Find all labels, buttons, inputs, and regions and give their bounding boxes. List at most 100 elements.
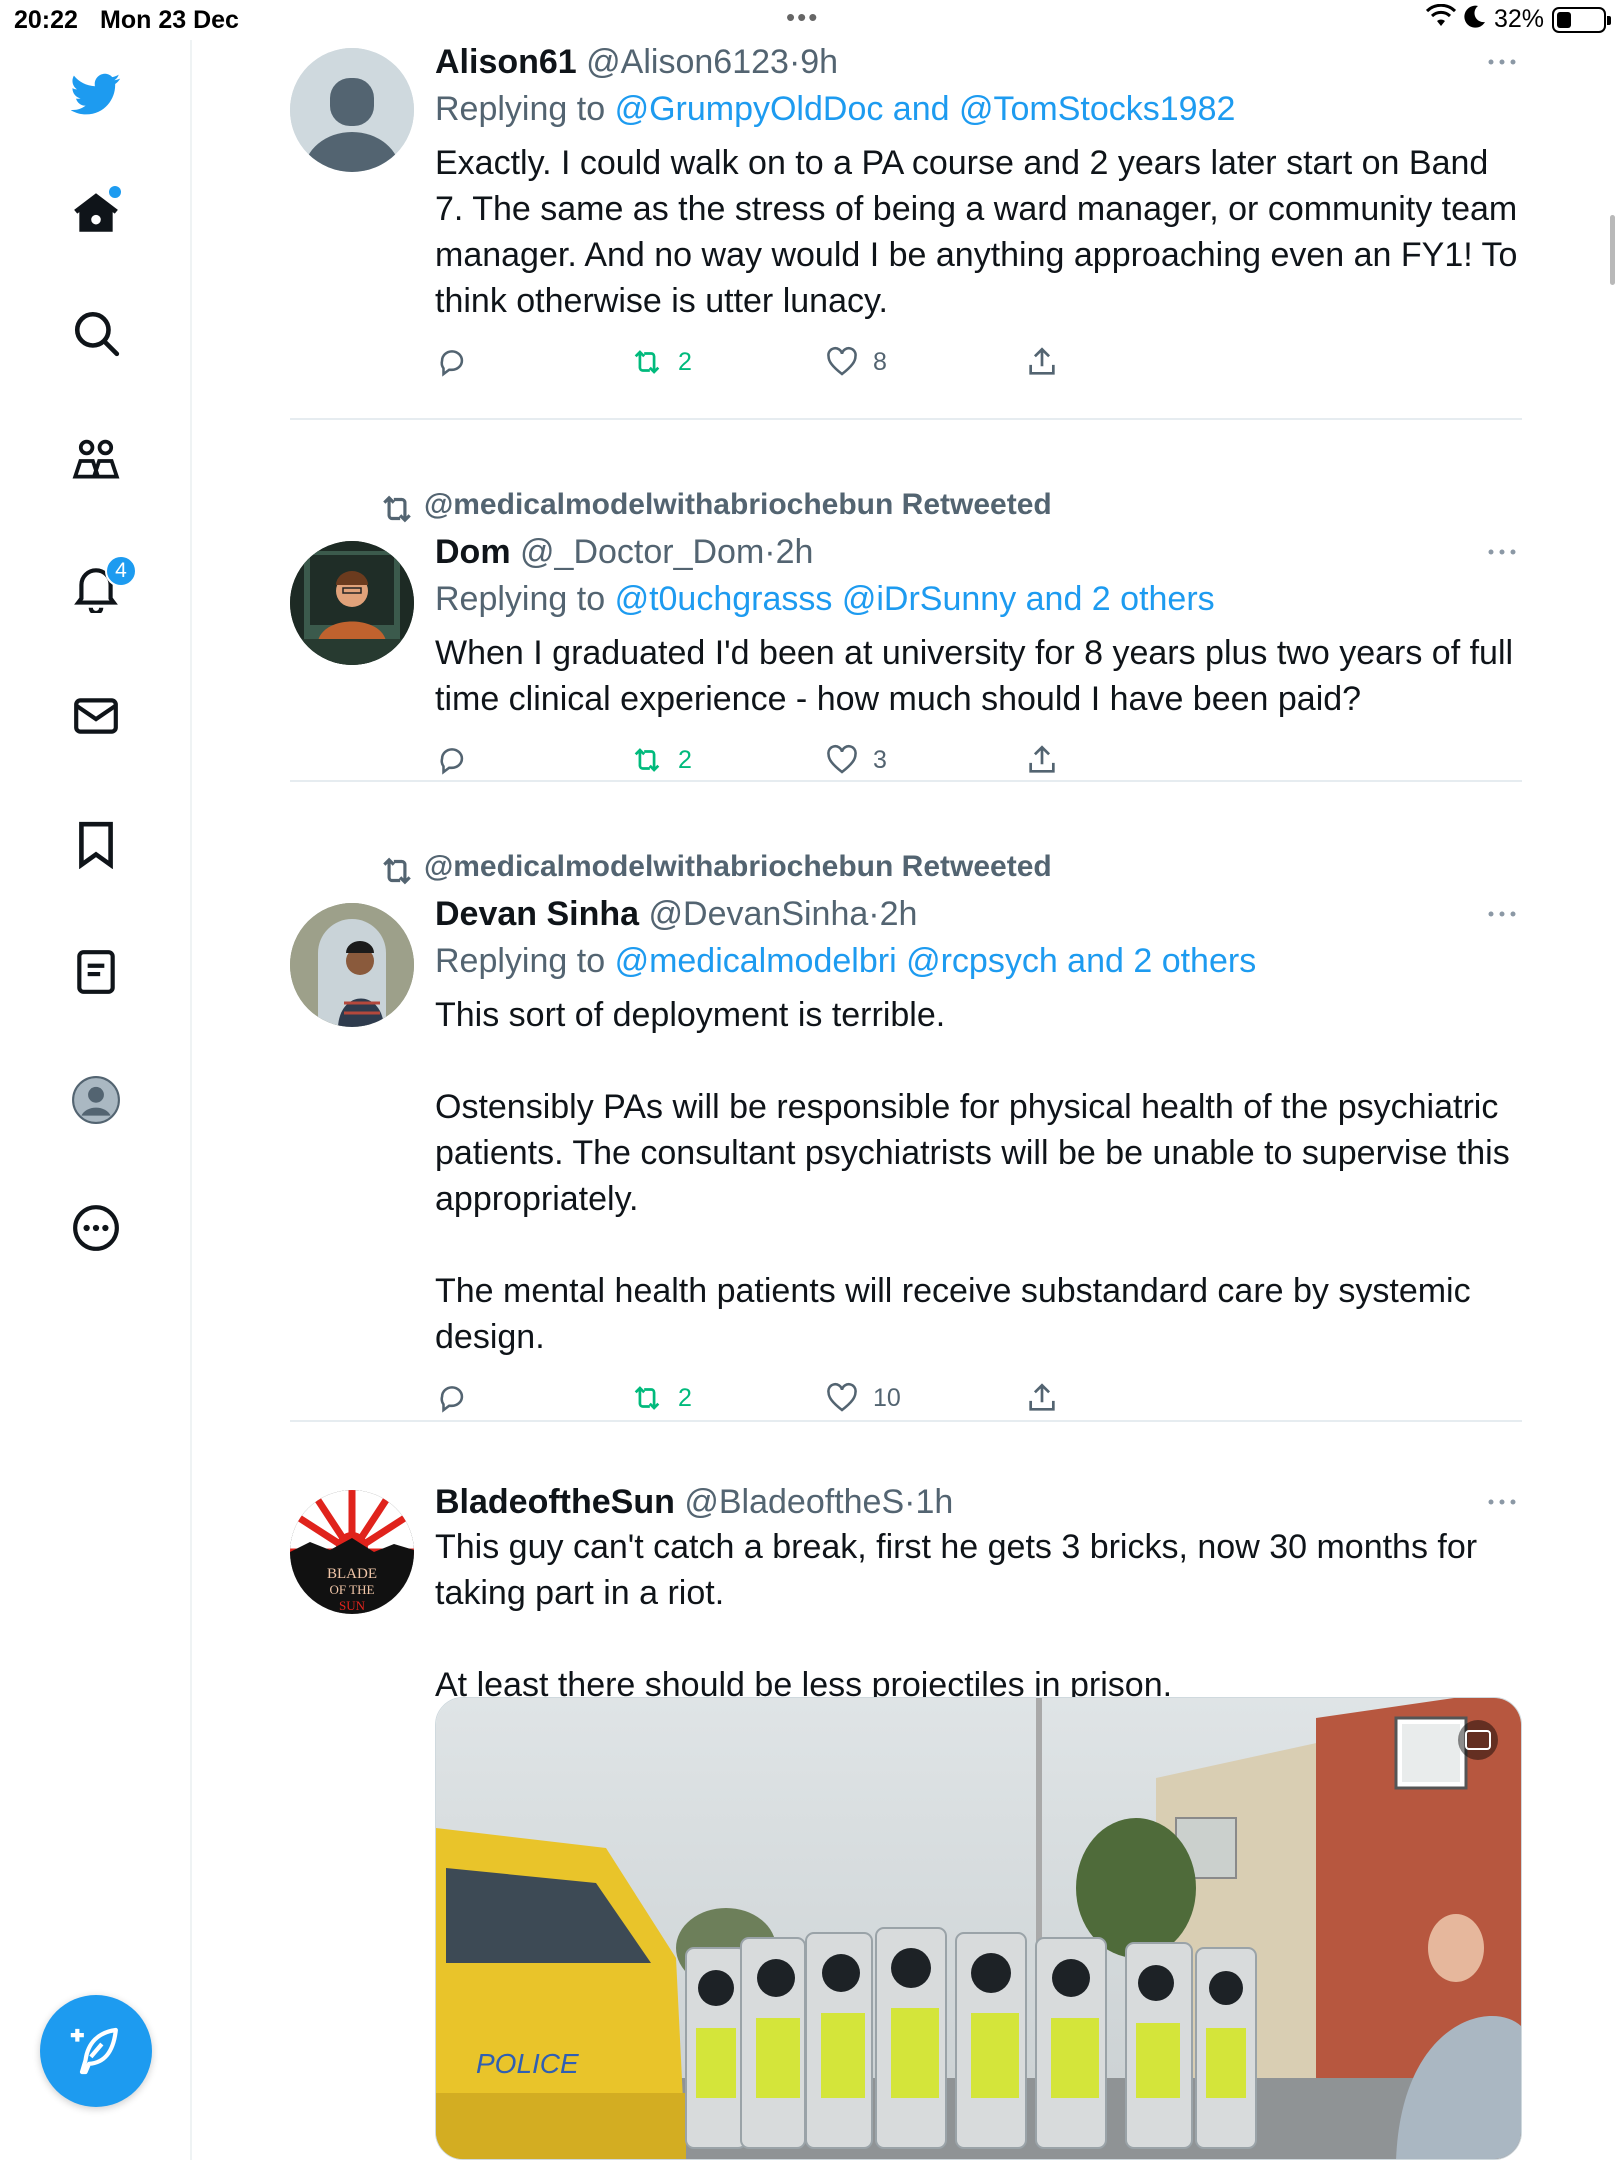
retweet-button[interactable]: 2	[630, 1376, 692, 1420]
search-icon[interactable]	[65, 302, 127, 364]
communities-icon[interactable]	[65, 429, 127, 491]
separator: ·	[868, 895, 880, 933]
tweet-header: BladeoftheSun @BladeoftheS·1h	[435, 1480, 1522, 1524]
tweet-actions: 2 8	[435, 340, 1522, 384]
more-options-icon[interactable]	[1482, 1482, 1522, 1522]
avatar[interactable]	[290, 48, 414, 172]
heart-icon	[827, 1382, 857, 1412]
like-button[interactable]: 8	[825, 340, 887, 384]
like-button[interactable]: 10	[825, 1376, 901, 1420]
share-icon	[1029, 745, 1055, 773]
separator: ·	[904, 1483, 916, 1521]
twitter-logo-icon[interactable]	[65, 63, 127, 125]
tweet[interactable]: @medicalmodelwithabriochebun Retweeted D…	[290, 782, 1522, 1422]
tweet-header: Devan Sinha @DevanSinha·2h	[435, 892, 1522, 936]
scrollbar[interactable]	[1610, 215, 1615, 285]
reply-button[interactable]	[435, 738, 469, 782]
retweet-icon	[383, 857, 411, 885]
lists-icon[interactable]	[65, 941, 127, 1003]
tweet-actions: 2 10	[435, 1376, 1522, 1420]
bookmarks-icon[interactable]	[65, 813, 127, 875]
tweet-time[interactable]: 2h	[776, 533, 814, 571]
replying-to: Replying to @medicalmodelbri @rcpsych an…	[435, 936, 1522, 986]
retweet-count: 2	[678, 745, 692, 774]
share-icon	[1029, 1383, 1055, 1411]
reply-button[interactable]	[435, 340, 469, 384]
retweet-count: 2	[678, 347, 692, 376]
tweet-actions: 2 3	[435, 738, 1522, 782]
tweet-time[interactable]: 9h	[800, 43, 838, 81]
notifications-badge: 4	[105, 555, 137, 587]
tweet[interactable]: Alison61 @Alison6123·9h Replying to @Gru…	[290, 40, 1522, 420]
home-unread-dot	[109, 186, 121, 198]
display-name[interactable]: Devan Sinha	[435, 895, 639, 933]
tweet-media-video[interactable]: POLICE	[435, 1697, 1522, 2160]
replying-to: Replying to @t0uchgrasss @iDrSunny and 2…	[435, 574, 1522, 624]
replying-prefix: Replying to	[435, 580, 606, 618]
retweeted-by: @medicalmodelwithabriochebun Retweeted	[378, 488, 1052, 528]
replying-links[interactable]: @medicalmodelbri @rcpsych and 2 others	[615, 942, 1257, 980]
battery-icon	[1552, 6, 1611, 33]
like-button[interactable]: 3	[825, 738, 887, 782]
do-not-disturb-moon-icon	[1464, 4, 1486, 35]
compose-tweet-button[interactable]	[40, 1995, 152, 2107]
tweet-header: Alison61 @Alison6123·9h	[435, 40, 1522, 84]
tweet-time[interactable]: 2h	[880, 895, 918, 933]
replying-links[interactable]: @GrumpyOldDoc and @TomStocks1982	[615, 90, 1236, 128]
notifications-bell-icon[interactable]: 4	[65, 555, 137, 619]
heart-icon	[827, 744, 857, 774]
tweet-text: Exactly. I could walk on to a PA course …	[435, 140, 1522, 324]
avatar[interactable]	[290, 541, 414, 665]
retweet-button[interactable]: 2	[630, 340, 692, 384]
display-name[interactable]: Dom	[435, 533, 511, 571]
more-options-icon[interactable]	[1482, 894, 1522, 934]
reply-icon	[440, 1386, 464, 1413]
tweet-paragraph: When I graduated I'd been at university …	[435, 634, 1514, 718]
messages-icon[interactable]	[65, 685, 127, 747]
retweeted-by: @medicalmodelwithabriochebun Retweeted	[378, 850, 1052, 890]
tweet-paragraph: This guy can't catch a break, first he g…	[435, 1528, 1478, 1612]
like-count: 3	[873, 745, 887, 774]
replying-links[interactable]: @t0uchgrasss @iDrSunny and 2 others	[615, 580, 1215, 618]
avatar-logo-text: BLADE	[327, 1566, 377, 1582]
share-button[interactable]	[1025, 738, 1059, 782]
display-name[interactable]: BladeoftheSun	[435, 1483, 675, 1521]
more-options-icon[interactable]	[1482, 532, 1522, 572]
user-handle[interactable]: @DevanSinha	[649, 895, 869, 933]
user-handle[interactable]: @BladeoftheS	[684, 1483, 904, 1521]
tweet[interactable]: @medicalmodelwithabriochebun Retweeted D…	[290, 420, 1522, 782]
tweet-text: This guy can't catch a break, first he g…	[435, 1524, 1522, 1708]
status-time: 20:22	[14, 6, 78, 34]
tweet-time[interactable]: 1h	[915, 1483, 953, 1521]
like-count: 10	[873, 1383, 901, 1412]
user-handle[interactable]: @Alison6123	[586, 43, 789, 81]
multitasking-dots-icon[interactable]: •••	[786, 2, 819, 33]
profile-avatar-icon[interactable]	[65, 1069, 127, 1131]
reply-button[interactable]	[435, 1376, 469, 1420]
like-count: 8	[873, 347, 887, 376]
retweeted-by-label[interactable]: @medicalmodelwithabriochebun Retweeted	[424, 488, 1052, 522]
replying-prefix: Replying to	[435, 942, 606, 980]
user-handle[interactable]: @_Doctor_Dom	[520, 533, 764, 571]
retweet-icon	[383, 495, 411, 523]
retweet-icon	[634, 748, 660, 772]
share-button[interactable]	[1025, 1376, 1059, 1420]
wifi-icon	[1425, 3, 1457, 35]
more-options-icon[interactable]	[65, 1197, 127, 1259]
avatar[interactable]: BLADE OF THE SUN	[290, 1490, 414, 1614]
more-options-icon[interactable]	[1482, 42, 1522, 82]
display-name[interactable]: Alison61	[435, 43, 577, 81]
sidebar: 4	[0, 40, 192, 2160]
retweet-button[interactable]: 2	[630, 738, 692, 782]
battery-percent: 32%	[1493, 5, 1544, 33]
avatar[interactable]	[290, 903, 414, 1027]
reply-icon	[440, 748, 464, 775]
tweet-text: When I graduated I'd been at university …	[435, 630, 1522, 722]
replying-prefix: Replying to	[435, 90, 606, 128]
retweet-icon	[634, 350, 660, 374]
retweeted-by-label[interactable]: @medicalmodelwithabriochebun Retweeted	[424, 850, 1052, 884]
status-bar: 20:22 Mon 23 Dec ••• 32%	[0, 0, 1620, 40]
home-icon[interactable]	[65, 182, 127, 244]
svg-text:OF THE: OF THE	[330, 1582, 375, 1597]
share-button[interactable]	[1025, 340, 1059, 384]
